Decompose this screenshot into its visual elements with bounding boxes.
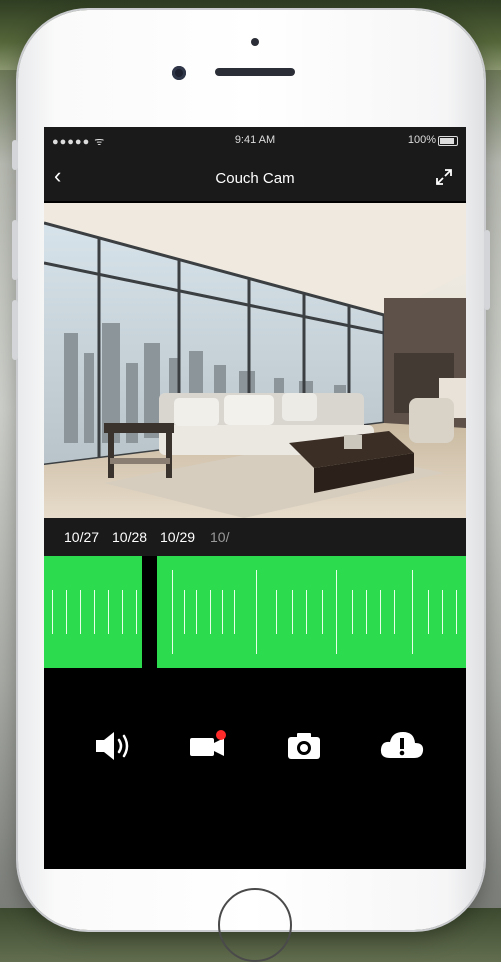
speaker-button[interactable] xyxy=(86,718,142,774)
timeline-tick xyxy=(136,590,137,634)
date-label[interactable]: 10/27 xyxy=(64,529,99,545)
timeline-tick xyxy=(52,590,53,634)
timeline-tick xyxy=(306,590,307,634)
home-button[interactable] xyxy=(218,888,292,962)
timeline-tick xyxy=(322,590,323,634)
fullscreen-icon[interactable] xyxy=(434,167,454,187)
status-time: 9:41 AM xyxy=(234,134,276,146)
timeline-tick xyxy=(394,590,395,634)
battery-icon xyxy=(438,136,458,146)
timeline-tick xyxy=(80,590,81,634)
timeline-tick xyxy=(66,590,67,634)
app-screen: ●●●●● ᯤ 9:41 AM 100% ‹ Couch Cam 10/27 1… xyxy=(44,127,466,869)
timeline-tick xyxy=(94,590,95,634)
timeline-tick xyxy=(352,590,353,634)
date-label[interactable]: 10/28 xyxy=(112,529,147,545)
record-video-button[interactable] xyxy=(180,718,236,774)
page-title: Couch Cam xyxy=(215,170,295,187)
timeline-tick xyxy=(256,570,257,654)
recording-timeline[interactable] xyxy=(44,556,466,676)
living-room-image xyxy=(44,203,466,518)
timeline-tick xyxy=(222,590,223,634)
cloud-alert-button[interactable] xyxy=(374,718,430,774)
timeline-tick xyxy=(234,590,235,634)
playhead[interactable] xyxy=(142,556,157,676)
timeline-dates: 10/27 10/28 10/29 10/ xyxy=(44,518,466,556)
timeline-tick xyxy=(412,570,413,654)
timeline-tick xyxy=(366,590,367,634)
timeline-tick xyxy=(172,570,173,654)
timeline-tick xyxy=(276,590,277,634)
speaker-icon xyxy=(96,732,129,760)
front-camera xyxy=(172,66,186,80)
timeline-tick xyxy=(336,570,337,654)
proximity-sensor xyxy=(251,38,259,46)
recording-segment[interactable] xyxy=(157,556,466,668)
earpiece-speaker xyxy=(215,68,295,76)
timeline-tick xyxy=(196,590,197,634)
timeline-tick xyxy=(456,590,457,634)
record-video-icon xyxy=(190,730,226,756)
battery-percent: 100% xyxy=(407,134,436,146)
snapshot-button[interactable] xyxy=(276,718,332,774)
recording-segment[interactable] xyxy=(44,556,142,668)
mute-switch xyxy=(12,140,18,170)
volume-up-button xyxy=(12,220,18,280)
date-label[interactable]: 10/29 xyxy=(160,529,195,545)
navigation-bar: ‹ Couch Cam xyxy=(44,153,466,201)
control-bar xyxy=(44,668,466,869)
timeline-tick xyxy=(292,590,293,634)
timeline-tick xyxy=(428,590,429,634)
timeline-tick xyxy=(380,590,381,634)
timeline-tick xyxy=(210,590,211,634)
camera-snapshot-icon xyxy=(288,733,320,759)
cloud-alert-icon xyxy=(380,732,424,758)
camera-feed[interactable] xyxy=(44,203,466,518)
date-label[interactable]: 10/ xyxy=(210,529,229,545)
status-bar: ●●●●● ᯤ 9:41 AM 100% xyxy=(44,127,466,153)
timeline-tick xyxy=(184,590,185,634)
volume-down-button xyxy=(12,300,18,360)
timeline-tick xyxy=(442,590,443,634)
timeline-tick xyxy=(122,590,123,634)
power-button xyxy=(484,230,490,310)
timeline-tick xyxy=(108,590,109,634)
